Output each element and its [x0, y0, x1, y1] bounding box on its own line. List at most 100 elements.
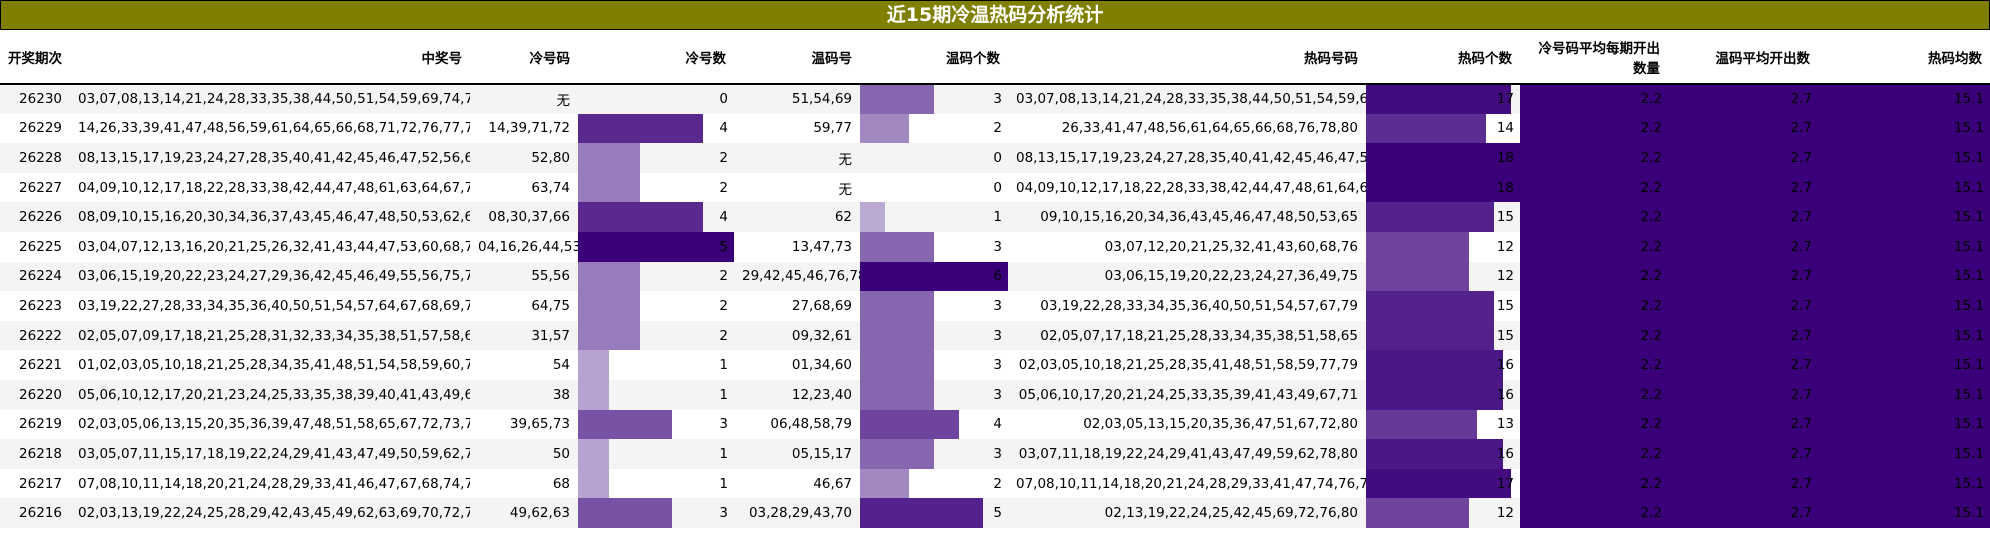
cell-numbers: 08,13,15,17,19,23,24,27,28,35,40,41,42,4…: [70, 143, 470, 173]
cell-warm-avg: 2.7: [1668, 172, 1818, 203]
cell-hot-count-bar: [1366, 85, 1512, 114]
cell-numbers: 03,04,07,12,13,16,20,21,25,26,32,41,43,4…: [70, 231, 470, 262]
cell-hot-codes: 03,07,08,13,14,21,24,28,33,35,38,44,50,5…: [1008, 84, 1366, 114]
cell-cold-avg-value: 2.2: [1640, 238, 1662, 255]
cell-hot-count-bar: [1366, 468, 1512, 499]
header-hot-codes: 热码号码: [1008, 30, 1366, 85]
cell-cold-count-value: 2: [719, 179, 728, 196]
cell-numbers: 03,05,07,11,15,17,18,19,22,24,29,41,43,4…: [70, 439, 470, 469]
cell-hot-count: 12: [1366, 261, 1520, 292]
cell-hot-count-bar: [1366, 439, 1503, 469]
cell-cold-avg: 2.2: [1520, 291, 1668, 321]
cell-warm-avg-value: 2.7: [1790, 505, 1812, 522]
cell-hot-count: 18: [1366, 172, 1520, 203]
cell-warm-count: 0: [860, 172, 1008, 203]
cell-hot-count-bar: [1366, 113, 1486, 144]
cell-hot-count: 17: [1366, 468, 1520, 499]
cell-cold-count: 2: [578, 291, 734, 321]
cell-hot-count-bar: [1366, 350, 1503, 380]
cell-cold-count-bar: [578, 498, 672, 528]
cell-hot-count: 15: [1366, 291, 1520, 321]
cell-cold-avg: 2.2: [1520, 84, 1668, 114]
cell-hot-avg-value: 15.1: [1953, 238, 1984, 255]
cell-warm-count-bar: [860, 113, 910, 144]
cell-hot-count: 16: [1366, 439, 1520, 469]
cell-warm-count-value: 2: [993, 120, 1002, 137]
table-row: 26229 14,26,33,39,41,47,48,56,59,61,64,65…: [0, 113, 1990, 144]
cell-hot-count-value: 17: [1496, 91, 1514, 108]
cell-hot-count-value: 12: [1496, 505, 1514, 522]
header-period: 开奖期次: [0, 30, 70, 85]
cell-warm-count: 3: [860, 291, 1008, 321]
cell-hot-count-value: 16: [1496, 357, 1514, 374]
cell-hot-avg: 15.1: [1818, 320, 1990, 351]
cell-warm-count-value: 4: [993, 416, 1002, 433]
cell-warm-count-bar: [860, 320, 934, 351]
table-row: 26216 02,03,13,19,22,24,25,28,29,42,43,45…: [0, 498, 1990, 528]
cell-hot-count-value: 15: [1496, 209, 1514, 226]
cell-period: 26226: [0, 202, 70, 232]
cell-warm-avg-value: 2.7: [1790, 179, 1812, 196]
cell-warm-avg-value: 2.7: [1790, 120, 1812, 137]
cell-warm-codes: 01,34,60: [734, 350, 860, 380]
stats-table: 开奖期次 中奖号 冷号码 冷号数 温码号 温码个数 热码号码 热码个数 冷号码平…: [0, 30, 1990, 528]
cell-warm-avg: 2.7: [1668, 439, 1818, 469]
cell-cold-count-bar: [578, 231, 734, 262]
cell-hot-codes: 03,07,12,20,21,25,32,41,43,60,68,76: [1008, 231, 1366, 262]
cell-warm-count-bar: [860, 379, 934, 410]
cell-warm-count-value: 3: [993, 327, 1002, 344]
cell-numbers: 08,09,10,15,16,20,30,34,36,37,43,45,46,4…: [70, 202, 470, 232]
cell-hot-avg-value: 15.1: [1953, 445, 1984, 462]
cell-hot-count-bar: [1366, 379, 1503, 410]
cell-cold-count: 2: [578, 172, 734, 203]
cell-cold-avg-value: 2.2: [1640, 179, 1662, 196]
cell-warm-avg-value: 2.7: [1790, 238, 1812, 255]
cell-hot-avg-value: 15.1: [1953, 297, 1984, 314]
cell-cold-codes: 04,16,26,44,53: [470, 231, 578, 262]
cell-cold-count: 1: [578, 350, 734, 380]
cell-cold-count: 2: [578, 261, 734, 292]
cell-warm-count-value: 5: [993, 505, 1002, 522]
cell-cold-avg: 2.2: [1520, 202, 1668, 232]
cell-cold-avg-value: 2.2: [1640, 209, 1662, 226]
cell-period: 26230: [0, 84, 70, 114]
cell-hot-avg-value: 15.1: [1953, 179, 1984, 196]
cell-hot-avg: 15.1: [1818, 439, 1990, 469]
cell-hot-count-value: 15: [1496, 297, 1514, 314]
cell-warm-avg: 2.7: [1668, 320, 1818, 351]
cell-hot-count-value: 16: [1496, 445, 1514, 462]
cell-hot-count-bar: [1366, 498, 1469, 528]
cell-hot-count: 13: [1366, 409, 1520, 440]
cell-cold-avg: 2.2: [1520, 143, 1668, 173]
cell-cold-count: 1: [578, 379, 734, 410]
cell-hot-count-value: 12: [1496, 268, 1514, 285]
cell-warm-count-value: 0: [993, 179, 1002, 196]
cell-period: 26225: [0, 231, 70, 262]
cell-warm-codes: 无: [734, 143, 860, 173]
cell-cold-codes: 64,75: [470, 291, 578, 321]
table-row: 26221 01,02,03,05,10,18,21,25,28,34,35,41…: [0, 350, 1990, 380]
cell-hot-avg-value: 15.1: [1953, 475, 1984, 492]
header-row: 开奖期次 中奖号 冷号码 冷号数 温码号 温码个数 热码号码 热码个数 冷号码平…: [0, 30, 1990, 85]
cell-warm-avg: 2.7: [1668, 84, 1818, 114]
header-warm-avg: 温码平均开出数: [1668, 30, 1818, 85]
cell-cold-codes: 54: [470, 350, 578, 380]
cell-hot-count: 15: [1366, 202, 1520, 232]
table-body: 26230 03,07,08,13,14,21,24,28,33,35,38,44…: [0, 84, 1990, 528]
cell-hot-count-bar: [1366, 231, 1469, 262]
cell-numbers: 05,06,10,12,17,20,21,23,24,25,33,35,38,3…: [70, 379, 470, 410]
cell-warm-count-value: 2: [993, 475, 1002, 492]
cell-warm-avg-value: 2.7: [1790, 91, 1812, 108]
cell-warm-count-value: 3: [993, 297, 1002, 314]
cell-warm-codes: 29,42,45,46,76,78: [734, 261, 860, 292]
cell-warm-avg: 2.7: [1668, 231, 1818, 262]
cell-warm-codes: 13,47,73: [734, 231, 860, 262]
cell-hot-codes: 04,09,10,12,17,18,22,28,33,38,42,44,47,4…: [1008, 172, 1366, 203]
cell-cold-avg: 2.2: [1520, 409, 1668, 440]
cell-cold-count-bar: [578, 202, 703, 232]
cell-warm-count: 3: [860, 84, 1008, 114]
cell-cold-avg-value: 2.2: [1640, 120, 1662, 137]
table-row: 26218 03,05,07,11,15,17,18,19,22,24,29,41…: [0, 439, 1990, 469]
cell-cold-count: 2: [578, 320, 734, 351]
table-row: 26217 07,08,10,11,14,18,20,21,24,28,29,33…: [0, 468, 1990, 499]
